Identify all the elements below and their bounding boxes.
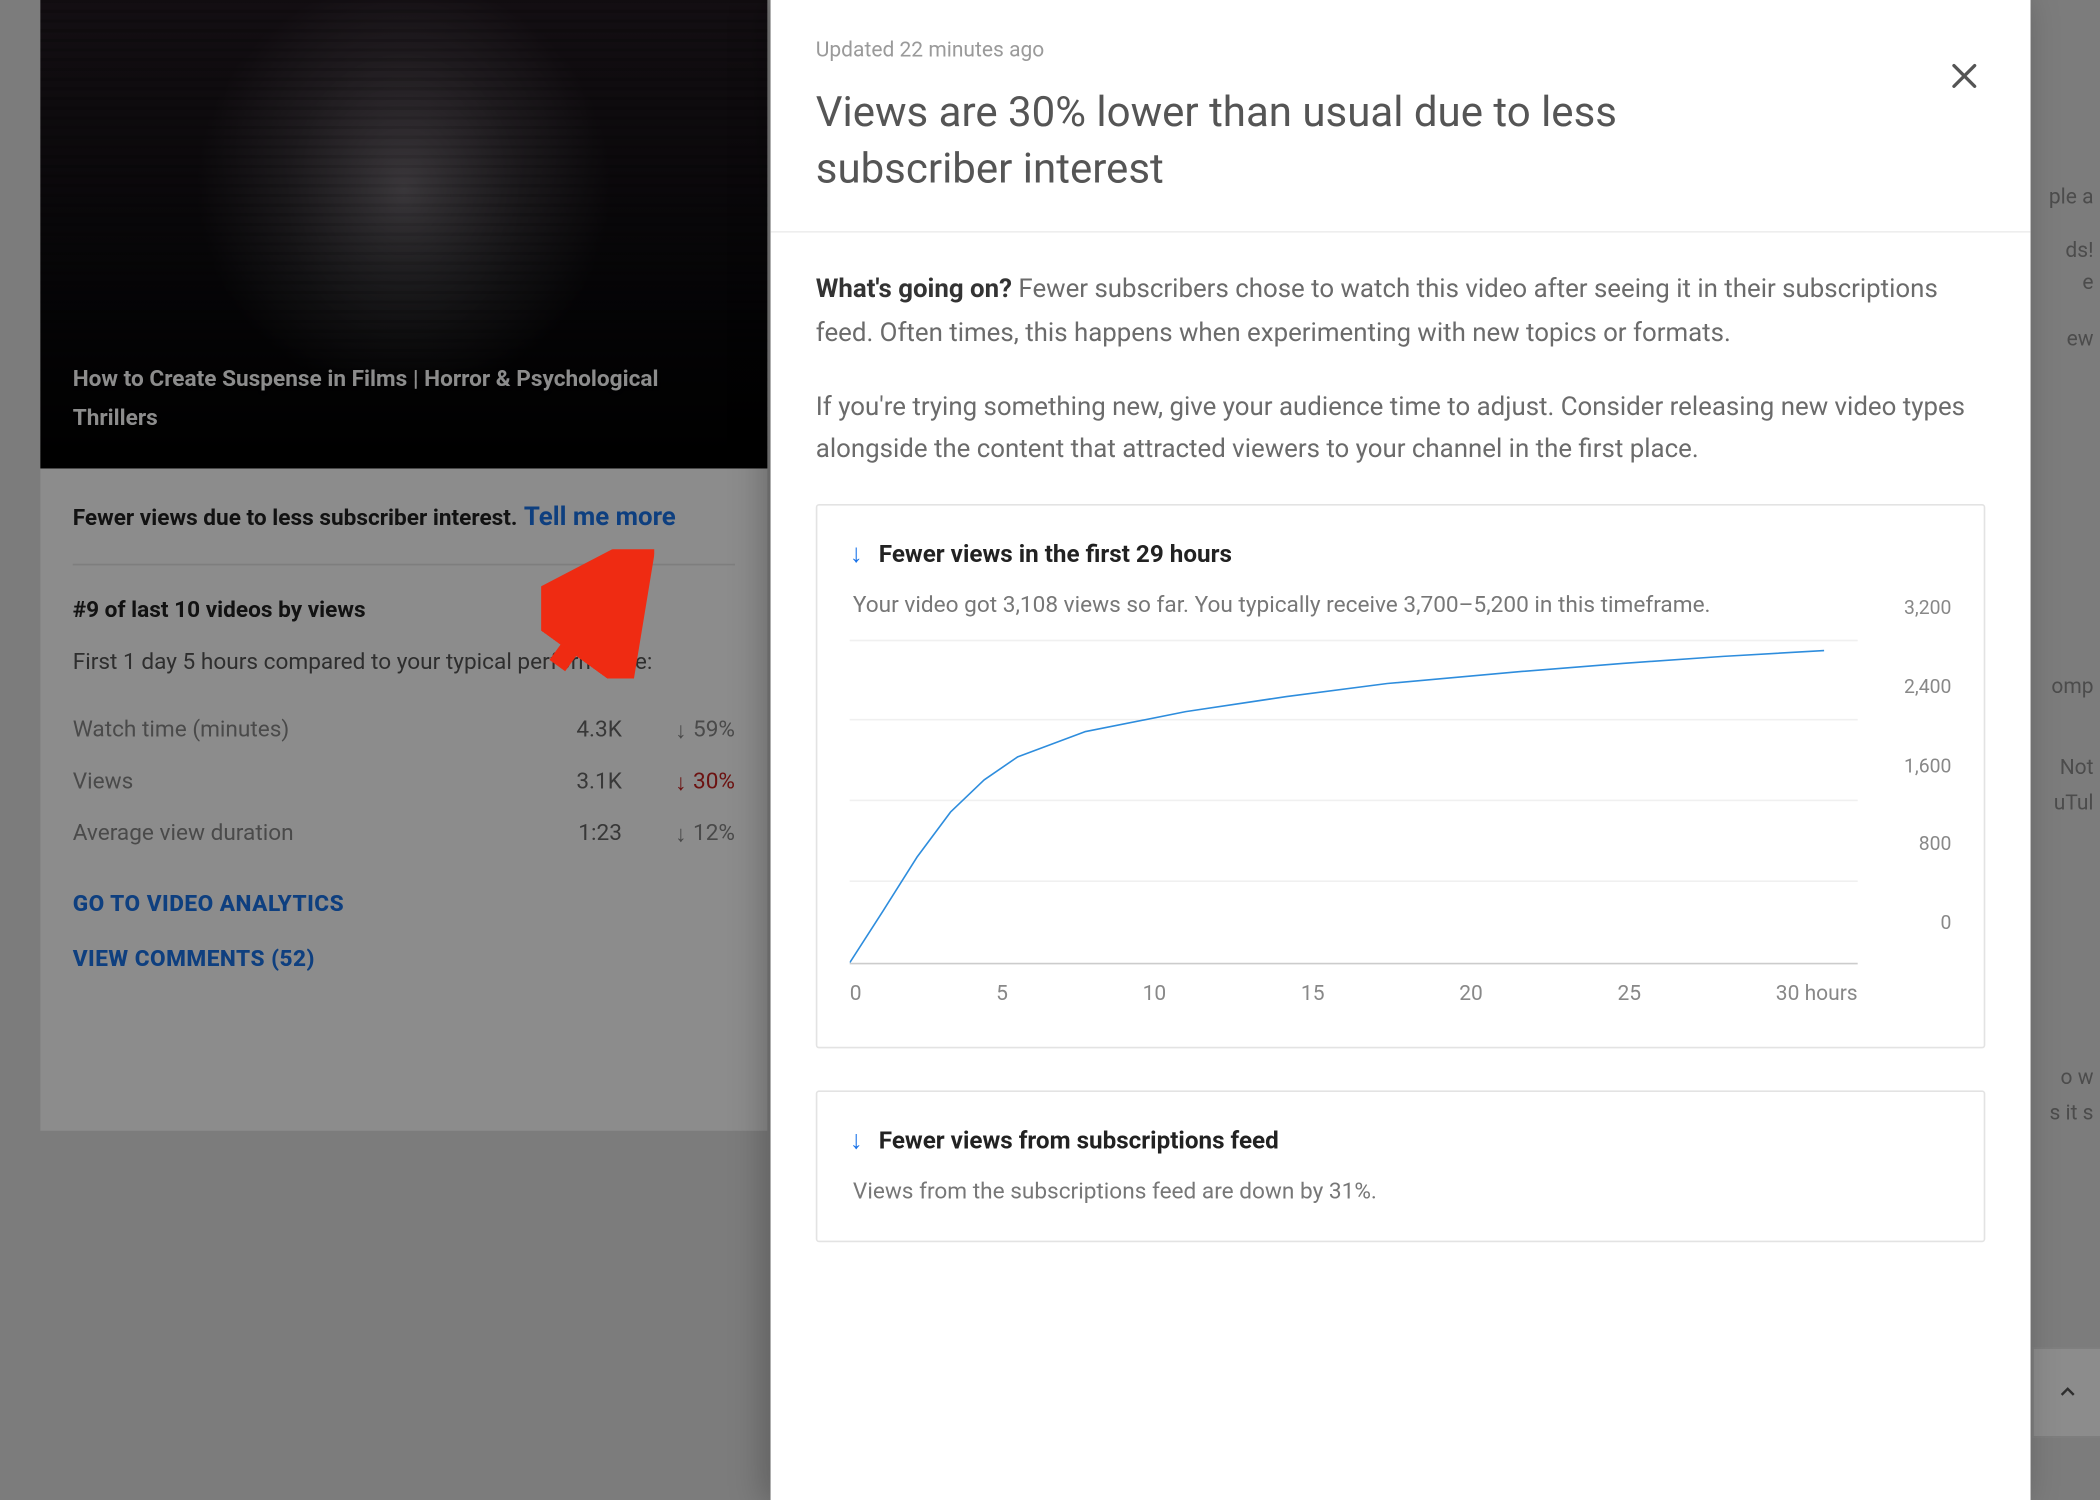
chart-y-axis: 08001,6002,4003,200	[1858, 641, 1952, 957]
insight-card-views-timeline: ↓ Fewer views in the first 29 hours Your…	[816, 504, 1986, 1049]
insight-panel: Updated 22 minutes ago Views are 30% low…	[771, 0, 2031, 1500]
insight-subtitle: Your video got 3,108 views so far. You t…	[853, 587, 1951, 624]
chart-line-path	[850, 641, 1858, 962]
panel-title: Views are 30% lower than usual due to le…	[816, 86, 1785, 199]
views-chart: 08001,6002,4003,200 051015202530 hours	[850, 641, 1952, 1012]
advice-paragraph: If you're trying something new, give you…	[816, 386, 1986, 471]
insight-subtitle: Views from the subscriptions feed are do…	[853, 1174, 1951, 1211]
label-whats-going-on: What's going on?	[816, 273, 1012, 304]
close-icon	[1947, 58, 1983, 94]
insight-title: Fewer views from subscriptions feed	[879, 1121, 1279, 1161]
insight-title: Fewer views in the first 29 hours	[879, 534, 1232, 574]
chart-x-axis: 051015202530 hours	[850, 964, 1858, 1012]
arrow-down-icon: ↓	[850, 541, 863, 567]
arrow-down-icon: ↓	[850, 1128, 863, 1154]
insight-card-subscriptions: ↓ Fewer views from subscriptions feed Vi…	[816, 1090, 1986, 1242]
explanation-paragraph: What's going on? Fewer subscribers chose…	[816, 268, 1986, 353]
close-button[interactable]	[1927, 39, 2001, 113]
updated-timestamp: Updated 22 minutes ago	[816, 39, 1986, 63]
